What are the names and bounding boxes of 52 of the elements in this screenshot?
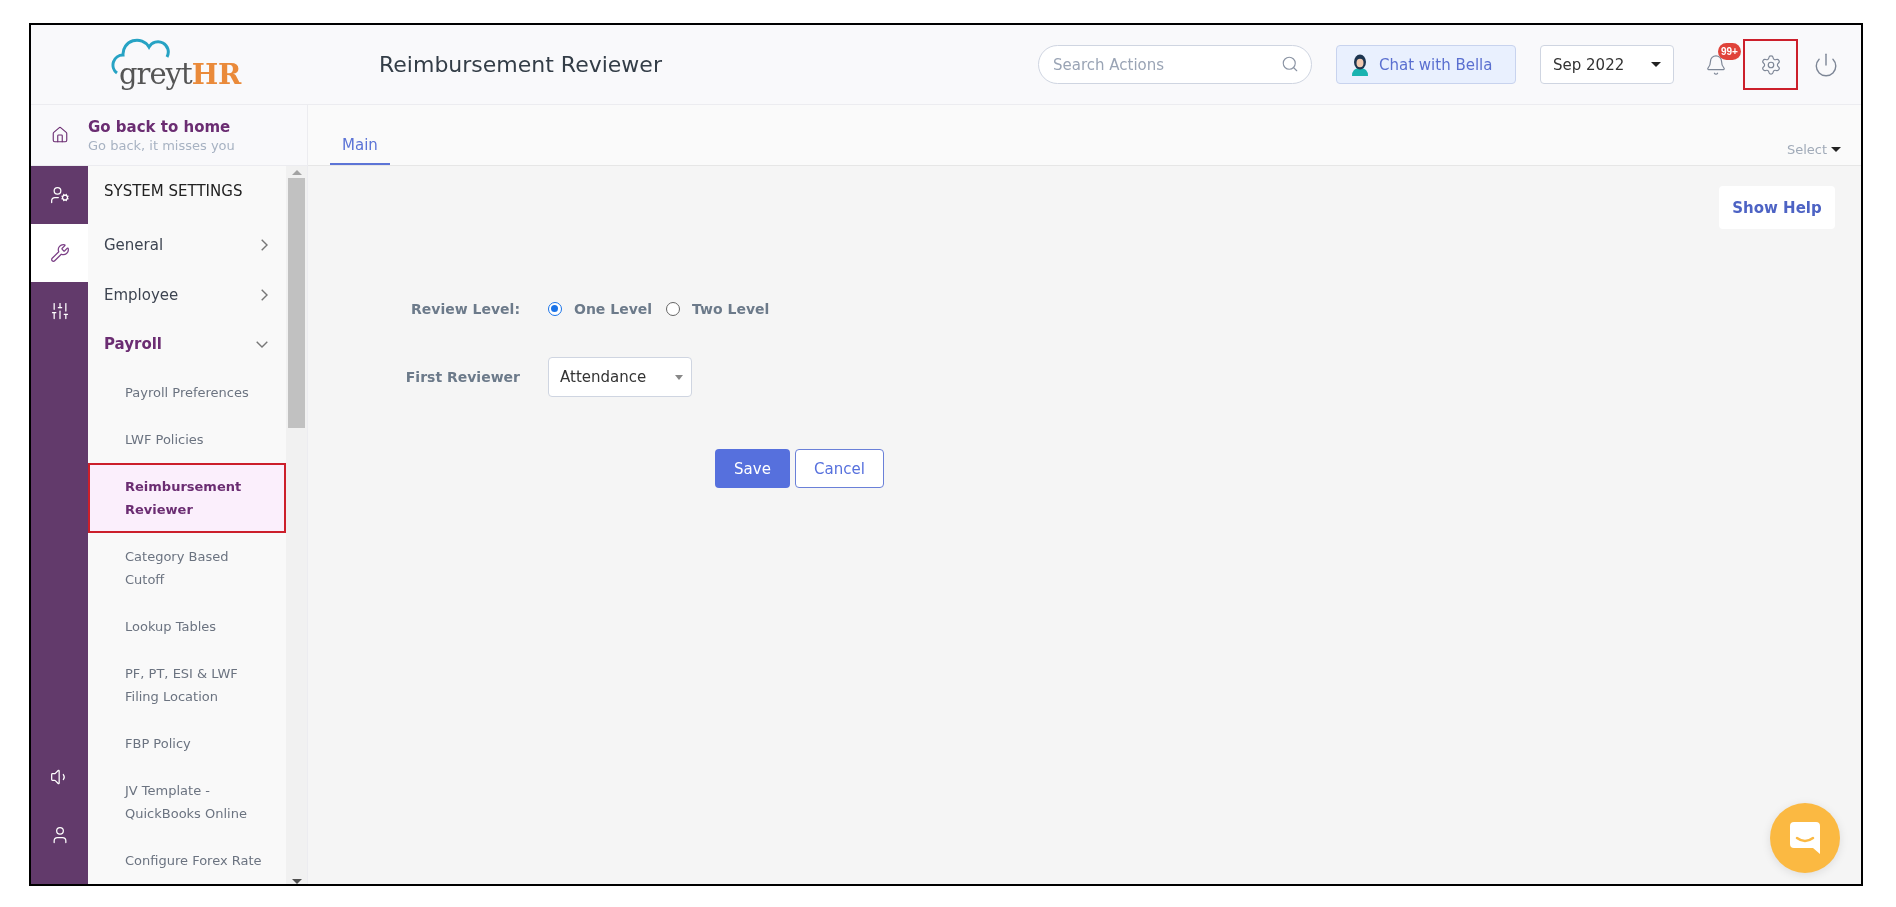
tab[interactable]: Main: [330, 136, 390, 165]
caret-icon: [1651, 62, 1661, 67]
sidebar-subitem[interactable]: PF, PT, ESI & LWF Filing Location: [88, 650, 286, 720]
sidebar-item[interactable]: Payroll: [88, 319, 286, 369]
sidebar-subitem[interactable]: Configure Forex Rate: [88, 837, 286, 884]
notification-count: 99+: [1718, 43, 1741, 60]
search-icon: [1281, 55, 1299, 73]
sidebar-item[interactable]: General: [88, 220, 286, 270]
woman-avatar-icon: [1351, 53, 1369, 76]
radio-label: One Level: [574, 301, 653, 317]
home-icon[interactable]: [50, 126, 69, 144]
reviewer-dropdown[interactable]: Attendance: [548, 357, 692, 397]
cancel-button[interactable]: Cancel: [795, 449, 884, 488]
show-help-button[interactable]: Show Help: [1719, 186, 1835, 229]
caret-icon: [675, 374, 683, 380]
period-dropdown[interactable]: Sep 2022: [1540, 45, 1674, 84]
notifications-button[interactable]: 99+: [1688, 39, 1743, 90]
sidebar-subitem[interactable]: Category Based Cutoff: [88, 533, 286, 603]
greythr-logo: greytHR: [111, 36, 242, 93]
home-link-subtitle: Go back, it misses you: [88, 137, 236, 153]
bell-icon: [1704, 53, 1727, 76]
radio-option[interactable]: Two Level: [666, 301, 770, 317]
home-link[interactable]: Go back to home: [88, 117, 307, 136]
sidebar-subitem[interactable]: Reimbursement Reviewer: [88, 463, 286, 533]
sidebar-subitem[interactable]: Payroll Preferences: [88, 369, 286, 416]
sliders-icon: [49, 301, 70, 321]
radio-label: Two Level: [692, 301, 770, 317]
first-reviewer-label: First Reviewer: [405, 369, 520, 385]
radio-button[interactable]: [548, 302, 562, 316]
wrench-icon: [49, 243, 70, 263]
chevron-right-icon: [261, 288, 268, 301]
sidebar-subitem[interactable]: LWF Policies: [88, 416, 286, 463]
scrollbar[interactable]: [286, 166, 307, 884]
chat-bubble-icon: [1790, 822, 1820, 854]
save-button[interactable]: Save: [715, 449, 790, 488]
chevron-down-icon: [256, 340, 268, 348]
chevron-right-icon: [261, 238, 268, 251]
chat-button[interactable]: Chat with Bella: [1336, 45, 1516, 84]
settings-icon: [1759, 53, 1782, 76]
radio-option[interactable]: One Level: [548, 301, 653, 317]
user-gear-icon: [49, 185, 70, 205]
sidebar-subitem[interactable]: JV Template - QuickBooks Online: [88, 767, 286, 837]
radio-button[interactable]: [666, 302, 681, 316]
sidebar-subitem[interactable]: Lookup Tables: [88, 603, 286, 650]
page-title: Reimbursement Reviewer: [379, 52, 663, 77]
caret-icon: [1831, 147, 1841, 152]
search-field[interactable]: Search Actions: [1038, 45, 1312, 84]
settings-button[interactable]: [1743, 39, 1798, 90]
review-level-label: Review Level:: [411, 301, 520, 317]
sidebar-heading: SYSTEM SETTINGS: [103, 182, 244, 202]
sidebar-item[interactable]: Employee: [88, 269, 286, 320]
sidebar-subitem[interactable]: FBP Policy: [88, 720, 286, 767]
